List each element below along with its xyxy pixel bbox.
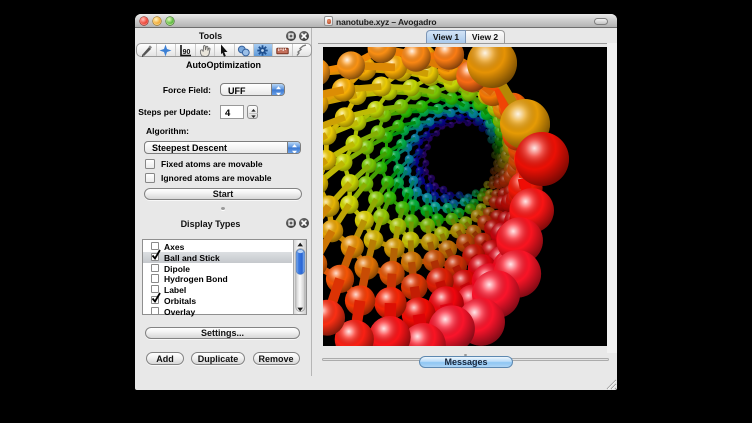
svg-text:90: 90 xyxy=(182,49,190,56)
